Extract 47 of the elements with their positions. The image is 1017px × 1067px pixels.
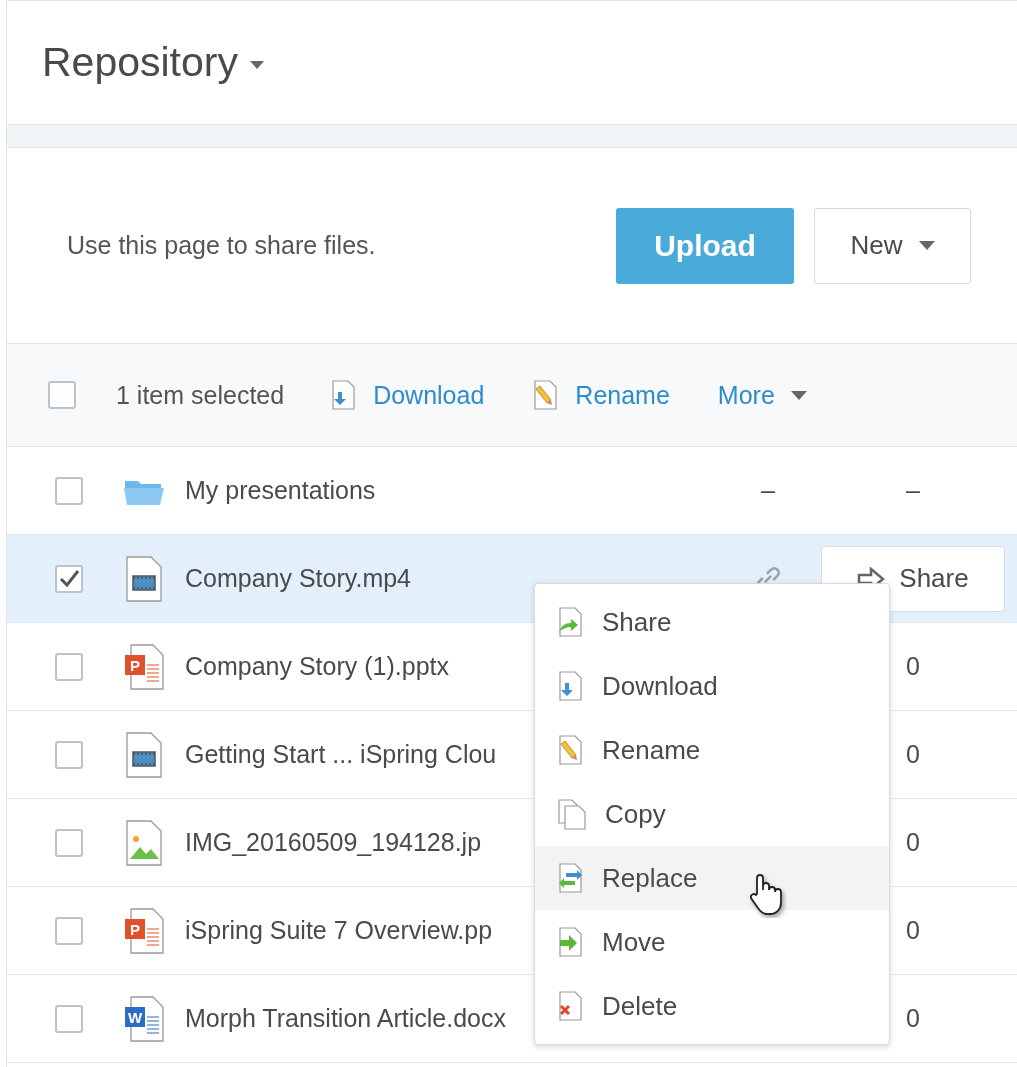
pencil-icon: [532, 379, 560, 411]
table-cell-text: 0: [905, 828, 921, 857]
file-name: Morph Transition Article.docx: [185, 1004, 506, 1033]
delete-icon: [557, 990, 584, 1022]
copy-icon: [557, 798, 587, 830]
menu-item[interactable]: Move: [535, 910, 889, 974]
more-menu-button[interactable]: More: [717, 380, 807, 410]
selection-count: 1 item selected: [116, 380, 285, 410]
share-icon: [557, 606, 584, 638]
file-name: iSpring Suite 7 Overview.pp: [185, 916, 493, 945]
download-icon: [557, 670, 584, 702]
table-cell-text: –: [760, 476, 776, 505]
table-cell-text: 0: [905, 740, 921, 769]
image-file-icon: [124, 818, 164, 867]
table-cell-text: 0: [905, 652, 921, 681]
video-file-icon: [124, 554, 164, 603]
table-cell-text: –: [905, 476, 921, 505]
page-title[interactable]: Repository: [42, 39, 238, 86]
arrow-icon: [557, 926, 584, 958]
swap-arrows-icon: [557, 862, 584, 894]
checkbox[interactable]: [55, 564, 83, 593]
toolbar-link[interactable]: Download: [330, 379, 485, 411]
caret-icon: [790, 390, 807, 400]
menu-item[interactable]: Rename: [535, 718, 889, 782]
checkbox[interactable]: [48, 381, 76, 409]
checkbox[interactable]: [55, 740, 83, 769]
file-name: IMG_20160509_194128.jp: [185, 828, 482, 857]
checkbox[interactable]: [55, 476, 83, 505]
pencil-icon: [557, 734, 584, 766]
table-cell-text: 0: [905, 1004, 921, 1033]
table-cell-text: 0: [905, 916, 921, 945]
file-name: Getting Start ... iSpring Clou: [185, 740, 497, 769]
intro-text: Use this page to share files.: [67, 231, 377, 260]
file-name: Company Story (1).pptx: [185, 652, 449, 681]
menu-item[interactable]: Delete: [535, 974, 889, 1038]
checkbox[interactable]: [55, 652, 83, 681]
caret-icon: [250, 60, 264, 69]
file-name: My presentations: [185, 476, 376, 505]
file-name: Company Story.mp4: [185, 564, 411, 593]
download-icon: [330, 379, 358, 411]
video-file-icon: [124, 730, 164, 779]
checkbox[interactable]: [55, 1004, 83, 1033]
caret-icon: [918, 241, 935, 250]
toolbar-link[interactable]: Rename: [532, 379, 670, 411]
checkbox[interactable]: [55, 828, 83, 857]
checkbox[interactable]: [55, 916, 83, 945]
new-button[interactable]: New: [814, 207, 971, 284]
